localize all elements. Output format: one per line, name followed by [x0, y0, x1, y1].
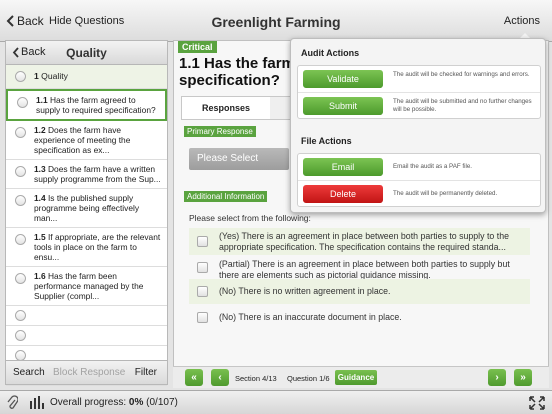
option-inaccurate[interactable]: (No) There is an inaccurate document in … [189, 305, 530, 330]
radio-icon [15, 71, 26, 82]
overall-progress: Overall progress: 0% (0/107) [50, 397, 178, 408]
question-text: If appropriate, are the relevant tools i… [34, 232, 161, 262]
option-no-agreement[interactable]: (No) There is no written agreement in pl… [189, 279, 530, 304]
question-text: Does the farm have a written supply prog… [34, 164, 161, 184]
question-list-panel: Back Quality 1 Quality 1.1 Has the farm … [5, 40, 168, 414]
option-yes[interactable]: (Yes) There is an agreement in place bet… [189, 228, 530, 255]
option-text: (No) There is no written agreement in pl… [219, 286, 391, 296]
question-navigation: « ‹ Section 4/13 Question 1/6 Guidance ›… [173, 366, 549, 388]
file-actions-title: File Actions [301, 136, 352, 146]
section-label: Quality [41, 71, 68, 81]
question-item[interactable]: 1.6 Has the farm been performance manage… [6, 267, 167, 306]
question-indicator: Question 1/6 [287, 374, 330, 383]
checkbox-icon[interactable] [197, 285, 208, 297]
hide-questions-button[interactable]: Hide Questions [49, 15, 124, 27]
validate-button[interactable]: Validate [303, 70, 383, 88]
tab-responses[interactable]: Responses [182, 97, 270, 119]
instruction-text: Please select from the following: [189, 213, 311, 223]
radio-icon [15, 273, 26, 284]
delete-row: Delete The audit will be permanently del… [298, 180, 540, 206]
progress-count: (0/107) [146, 397, 178, 408]
status-bar: Overall progress: 0% (0/107) [0, 390, 552, 414]
expand-icon[interactable] [528, 395, 546, 411]
option-text: (No) There is an inaccurate document in … [219, 312, 402, 322]
question-list-toolbar: Search Block Response Filter [6, 360, 167, 384]
question-text: Is the published supply programme being … [34, 193, 140, 223]
primary-response-label: Primary Response [184, 126, 256, 137]
critical-badge: Critical [178, 41, 217, 53]
delete-description: The audit will be permanently deleted. [393, 190, 498, 197]
email-button[interactable]: Email [303, 158, 383, 176]
chevron-left-icon [12, 46, 19, 58]
question-text: Does the farm have experience of meeting… [34, 125, 131, 155]
progress-label: Overall progress: [50, 397, 127, 408]
back-button[interactable]: Back [6, 14, 44, 28]
previous-button[interactable]: ‹ [211, 369, 229, 386]
question-number: 1.3 [34, 164, 46, 174]
radio-icon [17, 97, 28, 108]
block-response-button[interactable]: Block Response [53, 367, 125, 378]
question-number: 1.5 [34, 232, 46, 242]
paperclip-icon[interactable] [6, 395, 18, 411]
actions-popover: Audit Actions Validate The audit will be… [290, 38, 546, 213]
section-row[interactable]: 1 Quality [6, 65, 167, 89]
question-text: Has the farm been performance managed by… [34, 271, 144, 301]
validate-row: Validate The audit will be checked for w… [298, 66, 540, 92]
progress-chart-icon [30, 396, 44, 409]
question-number: 1.2 [34, 125, 46, 135]
question-list-header: Back Quality [6, 41, 167, 65]
radio-icon [15, 330, 26, 341]
radio-icon [15, 195, 26, 206]
question-item[interactable]: 1.4 Is the published supply programme be… [6, 189, 167, 228]
option-text: (Yes) There is an agreement in place bet… [219, 231, 509, 252]
question-item[interactable]: 1.1 Has the farm agreed to supply to req… [6, 89, 167, 121]
primary-response-select[interactable]: Please Select [189, 148, 289, 170]
submit-button[interactable]: Submit [303, 97, 383, 115]
additional-info-label: Additional Information [184, 191, 268, 202]
section-number: 1 [34, 71, 39, 81]
actions-button[interactable]: Actions [504, 15, 540, 27]
question-text: Has the farm agreed to supply to require… [36, 95, 156, 115]
empty-row [6, 326, 167, 346]
audit-actions-title: Audit Actions [301, 48, 360, 58]
option-partial[interactable]: (Partial) There is an agreement in place… [189, 256, 530, 280]
radio-icon [15, 127, 26, 138]
section-indicator: Section 4/13 [235, 374, 277, 383]
empty-row [6, 306, 167, 326]
filter-button[interactable]: Filter [135, 367, 157, 378]
delete-button[interactable]: Delete [303, 185, 383, 203]
checkbox-icon[interactable] [197, 311, 208, 323]
progress-value: 0% [128, 397, 144, 408]
submit-description: The audit will be submitted and no furth… [393, 98, 532, 113]
radio-icon [15, 234, 26, 245]
email-description: Email the audit as a PAF file. [393, 163, 472, 170]
question-item[interactable]: 1.3 Does the farm have a written supply … [6, 160, 167, 189]
radio-icon [15, 166, 26, 177]
navigation-bar: Back Hide Questions Greenlight Farming A… [0, 0, 552, 42]
radio-icon [15, 310, 26, 321]
checkbox-icon[interactable] [197, 235, 208, 247]
email-row: Email Email the audit as a PAF file. [298, 154, 540, 180]
audit-actions-group: Validate The audit will be checked for w… [297, 65, 541, 119]
validate-description: The audit will be checked for warnings a… [393, 71, 530, 78]
option-text: (Partial) There is an agreement in place… [219, 259, 510, 280]
file-actions-group: Email Email the audit as a PAF file. Del… [297, 153, 541, 207]
back-label: Back [17, 14, 44, 28]
question-number: 1.1 [36, 95, 48, 105]
search-button[interactable]: Search [13, 367, 45, 378]
last-section-button[interactable]: » [514, 369, 532, 386]
checkbox-icon[interactable] [197, 261, 208, 273]
submit-row: Submit The audit will be submitted and n… [298, 92, 540, 118]
next-button[interactable]: › [488, 369, 506, 386]
list-back-label: Back [21, 46, 46, 58]
question-number: 1.6 [34, 271, 46, 281]
first-section-button[interactable]: « [185, 369, 203, 386]
question-item[interactable]: 1.2 Does the farm have experience of mee… [6, 121, 167, 160]
chevron-left-icon [6, 15, 14, 27]
question-number: 1.4 [34, 193, 46, 203]
question-item[interactable]: 1.5 If appropriate, are the relevant too… [6, 228, 167, 267]
guidance-button[interactable]: Guidance [335, 370, 377, 385]
list-back-button[interactable]: Back [12, 46, 45, 58]
